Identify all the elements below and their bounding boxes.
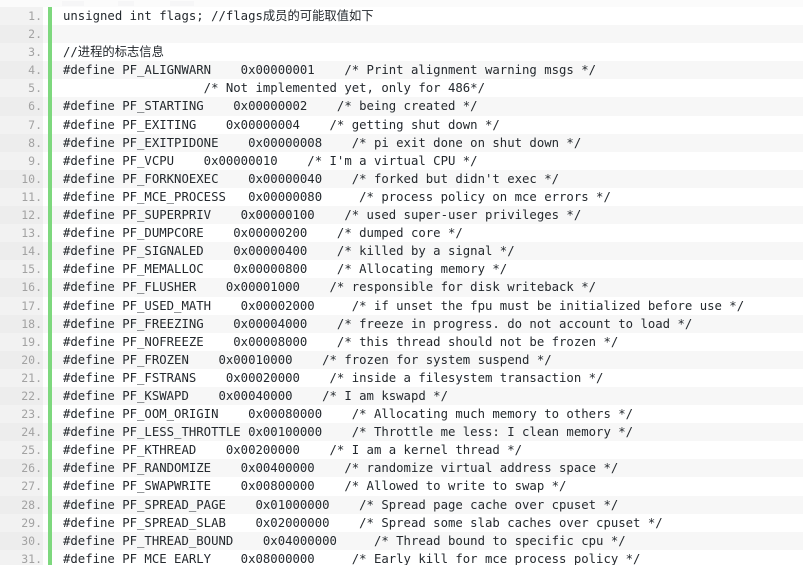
code-line-text: #define PF_STARTING 0x00000002 /* being … xyxy=(63,99,478,114)
code-line-text: #define PF_SUPERPRIV 0x00000100 /* used … xyxy=(63,208,582,223)
code-line-row[interactable]: 14. #define PF_SIGNALED 0x00000400 /* kil… xyxy=(0,242,803,261)
line-number: 12. xyxy=(0,206,43,225)
code-line-row[interactable]: 30. #define PF_THREAD_BOUND 0x04000000 /*… xyxy=(0,531,803,550)
code-line-text: #define PF_THREAD_BOUND 0x04000000 /* Th… xyxy=(63,533,626,548)
code-line-row[interactable]: 5. /* Not implemented yet, only for 486*… xyxy=(0,79,803,98)
line-number: 25. xyxy=(0,441,43,460)
code-line-row[interactable]: 23. #define PF_OOM_ORIGIN 0x00080000 /* A… xyxy=(0,405,803,424)
line-number: 28. xyxy=(0,495,43,514)
line-number: 1. xyxy=(0,7,43,26)
code-line-text: #define PF_EXITING 0x00000004 /* getting… xyxy=(63,117,500,132)
code-line-row[interactable]: 10. #define PF_FORKNOEXEC 0x00000040 /* f… xyxy=(0,169,803,188)
code-line-row[interactable]: 26. #define PF_RANDOMIZE 0x00400000 /* ra… xyxy=(0,459,803,478)
code-line-row[interactable]: 18. #define PF_FREEZING 0x00004000 /* fre… xyxy=(0,314,803,333)
line-number: 24. xyxy=(0,423,43,442)
code-line-row[interactable]: 25. #define PF_KTHREAD 0x00200000 /* I am… xyxy=(0,441,803,460)
code-line-row[interactable]: 24. #define PF_LESS_THROTTLE 0x00100000 /… xyxy=(0,423,803,442)
code-line-row[interactable]: 28. #define PF_SPREAD_PAGE 0x01000000 /* … xyxy=(0,495,803,514)
code-line-row[interactable]: 7. #define PF_EXITING 0x00000004 /* getti… xyxy=(0,115,803,134)
code-line-row[interactable]: 3. //进程的标志信息 xyxy=(0,43,803,62)
code-line-row[interactable]: 17. #define PF_USED_MATH 0x00002000 /* if… xyxy=(0,296,803,315)
code-line-text: #define PF_FREEZING 0x00004000 /* freeze… xyxy=(63,316,693,331)
code-line-row[interactable]: 19. #define PF_NOFREEZE 0x00008000 /* thi… xyxy=(0,332,803,351)
code-line-row[interactable]: 9. #define PF_VCPU 0x00000010 /* I'm a vi… xyxy=(0,151,803,170)
code-line-row[interactable]: 21. #define PF_FSTRANS 0x00020000 /* insi… xyxy=(0,368,803,387)
code-line-text: #define PF_FORKNOEXEC 0x00000040 /* fork… xyxy=(63,171,560,186)
code-line-text: #define PF_DUMPCORE 0x00000200 /* dumped… xyxy=(63,226,463,241)
line-number: 3. xyxy=(0,43,43,62)
line-number: 11. xyxy=(0,187,43,207)
line-number: 13. xyxy=(0,224,43,243)
line-number: 15. xyxy=(0,260,43,279)
code-line-row[interactable]: 4. #define PF_ALIGNWARN 0x00000001 /* Pri… xyxy=(0,61,803,80)
line-number: 2. xyxy=(0,25,43,44)
code-line-row[interactable]: 16. #define PF_FLUSHER 0x00001000 /* resp… xyxy=(0,278,803,297)
line-number: 31. xyxy=(0,549,43,565)
code-line-text xyxy=(52,25,803,43)
line-number: 10. xyxy=(0,169,43,188)
code-line-text: #define PF_KTHREAD 0x00200000 /* I am a … xyxy=(63,443,523,458)
code-line-text: #define PF_ALIGNWARN 0x00000001 /* Print… xyxy=(63,63,597,78)
code-line-text: #define PF_MEMALLOC 0x00000800 /* Alloca… xyxy=(63,262,508,277)
code-line-row[interactable]: 8. #define PF_EXITPIDONE 0x00000008 /* pi… xyxy=(0,133,803,152)
toolbar-strip xyxy=(0,0,803,7)
code-line-text: //进程的标志信息 xyxy=(63,45,164,60)
line-number: 17. xyxy=(0,296,43,315)
code-block[interactable]: 1. unsigned int flags; //flags成员的可能取值如下 2.… xyxy=(0,7,803,565)
code-line-row[interactable]: 31. #define PF_MCE_EARLY 0x08000000 /* Ea… xyxy=(0,549,803,565)
code-line-text: #define PF_EXITPIDONE 0x00000008 /* pi e… xyxy=(63,135,582,150)
line-number: 23. xyxy=(0,405,43,424)
toolbar-ghost-item[interactable] xyxy=(62,1,84,6)
line-number: 26. xyxy=(0,459,43,478)
line-number: 27. xyxy=(0,477,43,496)
code-line-row[interactable]: 29. #define PF_SPREAD_SLAB 0x02000000 /* … xyxy=(0,513,803,532)
line-number: 4. xyxy=(0,61,43,80)
code-line-row[interactable]: 6. #define PF_STARTING 0x00000002 /* bein… xyxy=(0,97,803,116)
code-line-row[interactable]: 13. #define PF_DUMPCORE 0x00000200 /* dum… xyxy=(0,224,803,243)
line-number: 19. xyxy=(0,332,43,351)
line-number: 9. xyxy=(0,151,43,170)
code-line-text: #define PF_SPREAD_PAGE 0x01000000 /* Spr… xyxy=(63,497,619,512)
code-line-row[interactable]: 20. #define PF_FROZEN 0x00010000 /* froze… xyxy=(0,350,803,369)
line-number: 20. xyxy=(0,350,43,369)
code-line-text: #define PF_KSWAPD 0x00040000 /* I am ksw… xyxy=(63,388,448,403)
code-line-text: #define PF_FLUSHER 0x00001000 /* respons… xyxy=(63,280,597,295)
line-number: 5. xyxy=(0,79,43,98)
line-number: 30. xyxy=(0,531,43,550)
code-line-text: #define PF_FROZEN 0x00010000 /* frozen f… xyxy=(63,352,552,367)
code-line-text: #define PF_VCPU 0x00000010 /* I'm a virt… xyxy=(63,153,478,168)
code-line-text: #define PF_USED_MATH 0x00002000 /* if un… xyxy=(63,298,745,313)
line-number: 18. xyxy=(0,314,43,333)
code-line-row[interactable]: 15. #define PF_MEMALLOC 0x00000800 /* All… xyxy=(0,260,803,279)
code-line-row[interactable]: 11. #define PF_MCE_PROCESS 0x00000080 /* … xyxy=(0,187,803,207)
code-line-text: #define PF_SWAPWRITE 0x00800000 /* Allow… xyxy=(63,479,567,494)
code-line-row[interactable]: 1. unsigned int flags; //flags成员的可能取值如下 xyxy=(0,7,803,26)
code-line-text: #define PF_FSTRANS 0x00020000 /* inside … xyxy=(63,370,604,385)
code-line-row[interactable]: 27. #define PF_SWAPWRITE 0x00800000 /* Al… xyxy=(0,477,803,496)
line-number: 6. xyxy=(0,97,43,116)
code-line-text: unsigned int flags; //flags成员的可能取值如下 xyxy=(63,9,374,23)
code-line-text: #define PF_SPREAD_SLAB 0x02000000 /* Spr… xyxy=(63,515,663,530)
line-number: 7. xyxy=(0,115,43,134)
code-line-text: /* Not implemented yet, only for 486*/ xyxy=(63,81,485,96)
line-number: 21. xyxy=(0,368,43,387)
code-line-text: #define PF_RANDOMIZE 0x00400000 /* rando… xyxy=(63,461,619,476)
code-line-row[interactable]: 12. #define PF_SUPERPRIV 0x00000100 /* us… xyxy=(0,206,803,225)
toolbar-ghost-item[interactable] xyxy=(170,1,194,6)
line-number: 16. xyxy=(0,278,43,297)
line-number: 14. xyxy=(0,242,43,261)
line-number: 29. xyxy=(0,513,43,532)
line-number: 22. xyxy=(0,386,43,406)
toolbar-ghost-item[interactable] xyxy=(118,1,134,6)
code-line-text: #define PF_MCE_PROCESS 0x00000080 /* pro… xyxy=(63,189,611,204)
code-line-text: #define PF_NOFREEZE 0x00008000 /* this t… xyxy=(63,334,619,349)
code-line-text: #define PF_MCE_EARLY 0x08000000 /* Early… xyxy=(63,551,641,565)
code-line-row[interactable]: 2. xyxy=(0,25,803,44)
line-number: 8. xyxy=(0,133,43,152)
code-line-row[interactable]: 22. #define PF_KSWAPD 0x00040000 /* I am … xyxy=(0,386,803,406)
code-line-text: #define PF_LESS_THROTTLE 0x00100000 /* T… xyxy=(63,425,634,440)
code-line-text: #define PF_SIGNALED 0x00000400 /* killed… xyxy=(63,244,515,259)
code-line-text: #define PF_OOM_ORIGIN 0x00080000 /* Allo… xyxy=(63,407,634,422)
